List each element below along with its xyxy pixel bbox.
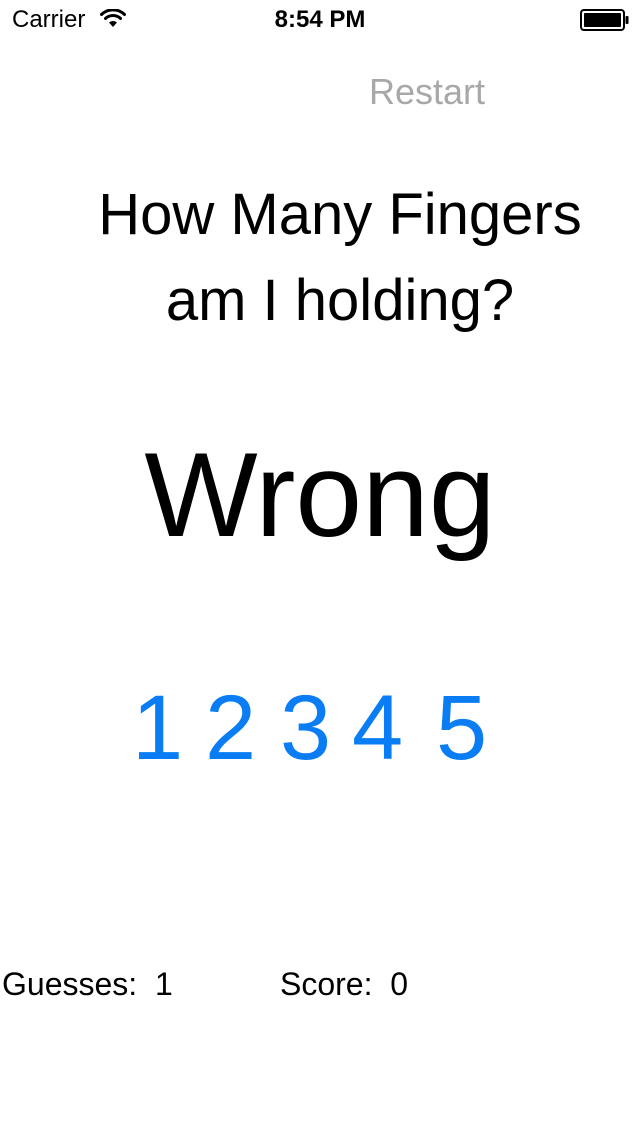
guesses-stat: Guesses: 1 (2, 964, 173, 1004)
status-bar: Carrier 8:54 PM (0, 0, 640, 40)
score-stat: Score: 0 (280, 964, 408, 1004)
question-text: How Many Fingers am I holding? (40, 172, 640, 344)
score-label: Score: (280, 966, 373, 1002)
result-label: Wrong (144, 428, 496, 562)
question-line-1: How Many Fingers (98, 182, 582, 247)
choice-button-5[interactable]: 5 (436, 678, 487, 778)
score-value: 0 (390, 966, 409, 1002)
battery-icon (580, 9, 630, 31)
status-time: 8:54 PM (274, 6, 366, 33)
choice-button-2[interactable]: 2 (205, 678, 256, 778)
choice-button-4[interactable]: 4 (352, 678, 403, 778)
question-line-2: am I holding? (165, 268, 515, 333)
guesses-label: Guesses: (2, 966, 138, 1002)
choice-button-3[interactable]: 3 (280, 678, 331, 778)
choice-button-1[interactable]: 1 (132, 678, 183, 778)
restart-button[interactable]: Restart (369, 70, 485, 114)
guesses-value: 1 (154, 966, 173, 1002)
